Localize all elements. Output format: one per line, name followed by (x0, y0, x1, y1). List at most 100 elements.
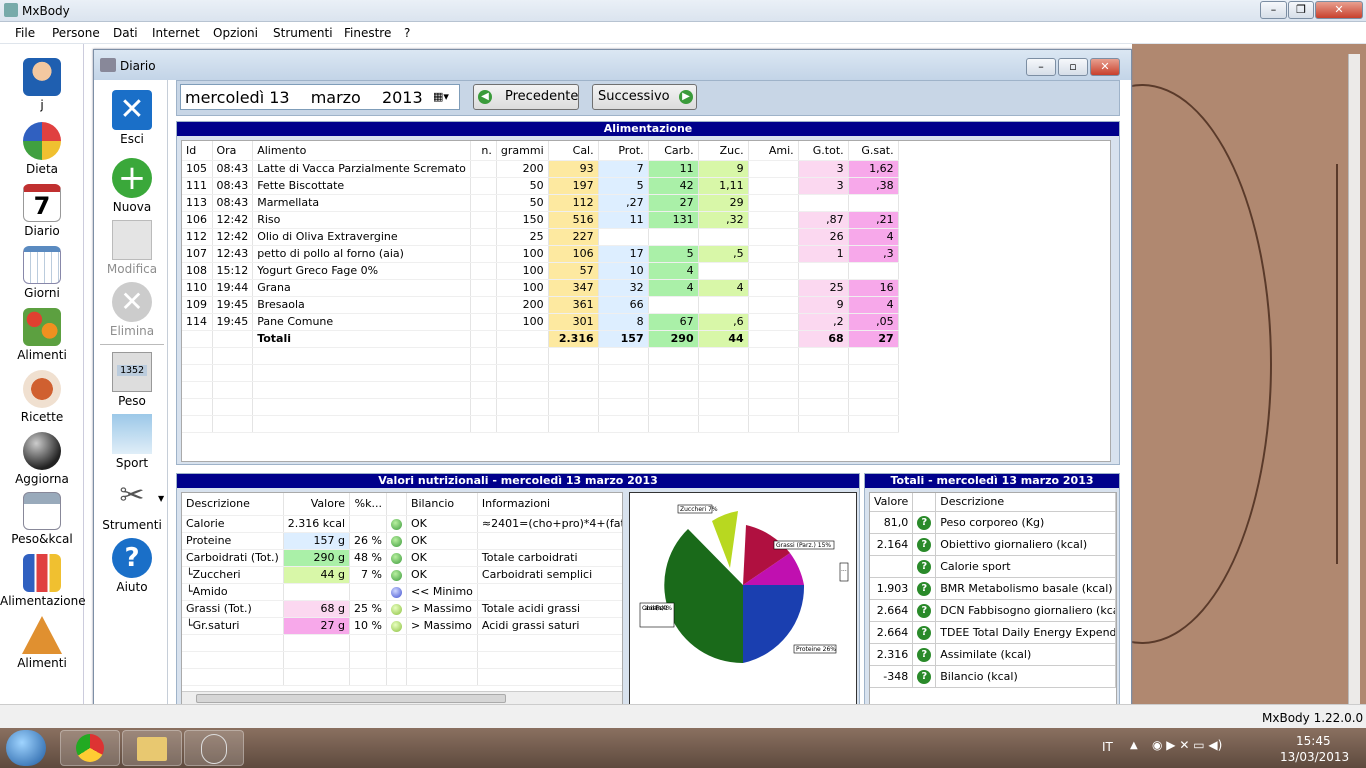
table-row[interactable]: 2.664? TDEE Total Daily Energy Expendit..… (870, 621, 1116, 644)
menu-persone[interactable]: Persone (52, 26, 100, 40)
language-indicator[interactable]: IT (1102, 740, 1113, 754)
nuova-button[interactable]: + Nuova (96, 158, 168, 214)
column-header[interactable]: Id (182, 141, 213, 161)
column-header[interactable]: Alimento (252, 141, 471, 161)
menu-dati[interactable]: Dati (113, 26, 138, 40)
column-header[interactable]: Valore (283, 493, 351, 516)
tray-expand-icon[interactable]: ▲ (1130, 740, 1138, 751)
table-row[interactable]: 111 08:43 Fette Biscottate 50 197 5 42 1,11 3,38 (182, 177, 899, 195)
column-header[interactable] (912, 493, 937, 512)
table-row[interactable]: 1.903? BMR Metabolismo basale (kcal) (870, 577, 1116, 600)
column-header[interactable]: Zuc. (698, 141, 749, 161)
scrollbar-thumb[interactable] (196, 694, 506, 703)
column-header[interactable]: G.tot. (798, 141, 849, 161)
table-row[interactable]: 81,0? Peso corporeo (Kg) (870, 511, 1116, 534)
nav-giorni[interactable]: Giorni (0, 246, 84, 300)
menu-help[interactable]: ? (404, 26, 410, 40)
table-row[interactable]: Carboidrati (Tot.) 290 g 48 % OK Totale carb… (182, 549, 622, 567)
close-button[interactable]: ✕ (1315, 1, 1363, 19)
table-row[interactable]: 112 12:42 Olio di Oliva Extravergine 25 227 2… (182, 228, 899, 246)
help-icon[interactable]: ? (917, 669, 932, 684)
window-minimize-button[interactable]: – (1026, 58, 1056, 76)
start-button[interactable] (6, 730, 46, 766)
nav-ricette[interactable]: Ricette (0, 370, 84, 424)
tray-icons[interactable]: ◉ ▶ ✕ ▭ ◀) (1152, 738, 1222, 752)
taskbar-mxbody[interactable] (184, 730, 244, 766)
dropdown-arrow-icon[interactable]: ▼ (158, 494, 164, 503)
precedente-button[interactable]: ◀ Precedente (473, 84, 579, 110)
menu-finestre[interactable]: Finestre (344, 26, 391, 40)
nav-alimenti-pyramid[interactable]: Alimenti (0, 616, 84, 670)
table-row[interactable]: Proteine 157 g 26 % OK (182, 532, 622, 550)
nav-aggiorna[interactable]: Aggiorna (0, 432, 84, 486)
column-header[interactable]: Descrizione (935, 493, 1116, 512)
column-header[interactable] (386, 493, 407, 516)
table-row[interactable]: Grassi (Tot.) 68 g 25 % > Massimo Totale aci… (182, 600, 622, 618)
modifica-button[interactable]: Modifica (96, 220, 168, 276)
menu-internet[interactable]: Internet (152, 26, 200, 40)
peso-button[interactable]: 1352 Peso (96, 352, 168, 408)
column-header[interactable]: Informazioni (477, 493, 622, 516)
window-maximize-button[interactable]: ▫ (1058, 58, 1088, 76)
horizontal-scrollbar[interactable] (182, 691, 622, 705)
elimina-button[interactable]: ✕ Elimina (96, 282, 168, 338)
nav-diario[interactable]: 7 Diario (0, 184, 84, 238)
column-header[interactable]: Descrizione (182, 493, 284, 516)
column-header[interactable]: %k... (349, 493, 387, 516)
taskbar-explorer[interactable] (122, 730, 182, 766)
minimize-button[interactable]: – (1260, 1, 1287, 19)
taskbar-chrome[interactable] (60, 730, 120, 766)
table-row[interactable]: └Amido << Minimo (182, 583, 622, 601)
column-header[interactable]: grammi (496, 141, 549, 161)
table-row[interactable]: Calorie 2.316 kcal OK ≈2401=(cho+pro)*4+(fa… (182, 515, 622, 533)
column-header[interactable]: Prot. (598, 141, 649, 161)
column-header[interactable]: Valore (870, 493, 914, 512)
table-row[interactable]: └Gr.saturi 27 g 10 % > Massimo Acidi grassi … (182, 617, 622, 635)
nav-alimenti[interactable]: Alimenti (0, 308, 84, 362)
table-row[interactable]: └Zuccheri 44 g7 % OK Carboidrati semplici (182, 566, 622, 584)
table-row[interactable]: 2.316? Assimilate (kcal) (870, 643, 1116, 666)
desktop-scrollbar[interactable] (1348, 54, 1360, 714)
column-header[interactable]: G.sat. (848, 141, 899, 161)
totali-grid[interactable]: Valore Descrizione 81,0? Peso corporeo (Kg… (869, 492, 1117, 706)
column-header[interactable]: Cal. (548, 141, 599, 161)
help-icon[interactable]: ? (917, 559, 932, 574)
column-header[interactable]: Ora (212, 141, 254, 161)
table-row[interactable]: 108 15:12 Yogurt Greco Fage 0% 100 57 10 4 (182, 262, 899, 280)
help-icon[interactable]: ? (917, 603, 932, 618)
clock-time[interactable]: 15:45 (1296, 734, 1331, 748)
alimentazione-grid[interactable]: Id Ora Alimento n. grammi Cal. Prot. Carb. Zuc. A… (181, 140, 1111, 462)
column-header[interactable]: Ami. (748, 141, 799, 161)
table-row[interactable]: 107 12:43 petto di pollo al forno (aia) 100… (182, 245, 899, 263)
column-header[interactable]: Carb. (648, 141, 699, 161)
nav-dieta[interactable]: Dieta (0, 122, 84, 176)
successivo-button[interactable]: Successivo ▶ (592, 84, 697, 110)
table-row[interactable]: 113 08:43 Marmellata 50 112,27 27 29 (182, 194, 899, 212)
table-row[interactable]: 114 19:45 Pane Comune 100 301 8 67,6 ,2,05 (182, 313, 899, 331)
aiuto-button[interactable]: ? Aiuto (96, 538, 168, 594)
menu-opzioni[interactable]: Opzioni (213, 26, 258, 40)
help-icon[interactable]: ? (917, 537, 932, 552)
valori-grid[interactable]: Descrizione Valore %k... Bilancio Informazio… (181, 492, 623, 706)
window-close-button[interactable]: ✕ (1090, 58, 1120, 76)
help-icon[interactable]: ? (917, 625, 932, 640)
column-header[interactable]: Bilancio (406, 493, 478, 516)
maximize-button[interactable]: ❐ (1288, 1, 1314, 19)
table-row[interactable]: -348? Bilancio (kcal) (870, 665, 1116, 688)
table-row[interactable]: 2.164? Obiettivo giornaliero (kcal) (870, 533, 1116, 556)
menu-file[interactable]: File (15, 26, 35, 40)
esci-button[interactable]: ✕ Esci (96, 90, 168, 146)
nav-alimentazione[interactable]: Alimentazione (0, 554, 86, 608)
table-row[interactable]: 2.664? DCN Fabbisogno giornaliero (kcal) (870, 599, 1116, 622)
clock-date[interactable]: 13/03/2013 (1280, 750, 1349, 764)
table-row[interactable]: 110 19:44 Grana 100 347 32 4 4 25 16 (182, 279, 899, 297)
calendar-dropdown-icon[interactable]: ▦▾ (433, 90, 449, 103)
nav-user[interactable]: j (0, 58, 84, 112)
table-row[interactable]: ? Calorie sport (870, 555, 1116, 578)
table-row[interactable]: 105 08:43 Latte di Vacca Parzialmente Scre… (182, 160, 899, 178)
menu-strumenti[interactable]: Strumenti (273, 26, 333, 40)
help-icon[interactable]: ? (917, 515, 932, 530)
column-header[interactable]: n. (470, 141, 497, 161)
date-picker[interactable]: mercoledì 13 marzo 2013 ▦▾ (180, 84, 460, 110)
nav-peso-kcal[interactable]: Peso&kcal (0, 492, 84, 546)
